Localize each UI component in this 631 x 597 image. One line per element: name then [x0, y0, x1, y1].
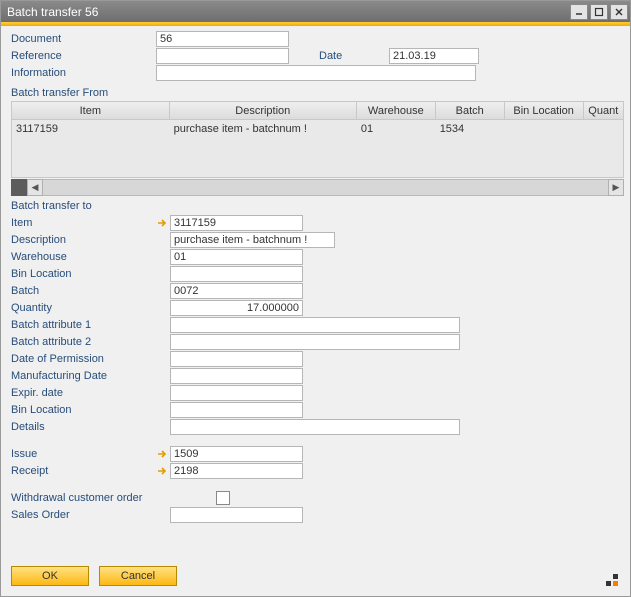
information-label: Information — [11, 67, 156, 79]
binloc2-field[interactable] — [170, 402, 303, 418]
details-field[interactable] — [170, 419, 460, 435]
mfg-label: Manufacturing Date — [11, 370, 156, 382]
salesorder-field[interactable] — [170, 507, 303, 523]
close-button[interactable] — [610, 4, 628, 20]
description-field[interactable] — [170, 232, 335, 248]
issue-field[interactable] — [170, 446, 303, 462]
col-batch[interactable]: Batch — [436, 102, 505, 119]
grid-header: Item Description Warehouse Batch Bin Loc… — [12, 102, 623, 120]
cell-description: purchase item - batchnum ! — [170, 123, 357, 135]
scroll-left-button[interactable]: ◀ — [27, 179, 43, 196]
reference-label: Reference — [11, 50, 156, 62]
receipt-label: Receipt — [11, 465, 156, 477]
scrollbar-track[interactable] — [43, 179, 608, 196]
link-arrow-icon[interactable] — [156, 465, 168, 477]
quantity-field[interactable] — [170, 300, 303, 316]
titlebar: Batch transfer 56 — [1, 1, 630, 22]
col-item[interactable]: Item — [12, 102, 170, 119]
warehouse-field[interactable] — [170, 249, 303, 265]
date-label: Date — [319, 50, 389, 62]
window-title: Batch transfer 56 — [7, 5, 570, 19]
document-label: Document — [11, 33, 156, 45]
from-title: Batch transfer From — [11, 87, 624, 99]
grid-scrollbar[interactable]: ◀ ▶ — [11, 179, 624, 196]
col-warehouse[interactable]: Warehouse — [357, 102, 436, 119]
mfg-field[interactable] — [170, 368, 303, 384]
attr2-label: Batch attribute 2 — [11, 336, 156, 348]
item-label: Item — [11, 217, 156, 229]
expir-field[interactable] — [170, 385, 303, 401]
cancel-button[interactable]: Cancel — [99, 566, 177, 586]
cell-item: 3117159 — [12, 123, 170, 135]
salesorder-label: Sales Order — [11, 509, 156, 521]
scroll-right-button[interactable]: ▶ — [608, 179, 624, 196]
col-bin[interactable]: Bin Location — [505, 102, 584, 119]
attr1-label: Batch attribute 1 — [11, 319, 156, 331]
content: Document Reference Date Information Batc… — [1, 26, 630, 596]
maximize-button[interactable] — [590, 4, 608, 20]
binloc1-label: Bin Location — [11, 268, 156, 280]
date-field[interactable] — [389, 48, 479, 64]
item-field[interactable] — [170, 215, 303, 231]
link-arrow-icon[interactable] — [156, 448, 168, 460]
reference-field[interactable] — [156, 48, 289, 64]
attr1-field[interactable] — [170, 317, 460, 333]
withdrawal-checkbox[interactable] — [216, 491, 230, 505]
issue-label: Issue — [11, 448, 156, 460]
receipt-field[interactable] — [170, 463, 303, 479]
from-grid[interactable]: Item Description Warehouse Batch Bin Loc… — [11, 101, 624, 178]
binloc1-field[interactable] — [170, 266, 303, 282]
expir-label: Expir. date — [11, 387, 156, 399]
description-label: Description — [11, 234, 156, 246]
cell-batch: 1534 — [436, 123, 505, 135]
attr2-field[interactable] — [170, 334, 460, 350]
to-title: Batch transfer to — [11, 200, 624, 212]
resize-grip-icon[interactable] — [606, 572, 622, 588]
quantity-label: Quantity — [11, 302, 156, 314]
batch-label: Batch — [11, 285, 156, 297]
col-qty[interactable]: Quant — [584, 102, 623, 119]
warehouse-label: Warehouse — [11, 251, 156, 263]
cell-warehouse: 01 — [357, 123, 436, 135]
document-field[interactable] — [156, 31, 289, 47]
withdrawal-label: Withdrawal customer order — [11, 492, 216, 504]
link-arrow-icon[interactable] — [156, 217, 168, 229]
details-label: Details — [11, 421, 156, 433]
table-row[interactable]: 3117159 purchase item - batchnum ! 01 15… — [12, 120, 623, 137]
permission-label: Date of Permission — [11, 353, 156, 365]
col-description[interactable]: Description — [170, 102, 357, 119]
information-field[interactable] — [156, 65, 476, 81]
permission-field[interactable] — [170, 351, 303, 367]
scrollbar-stub — [11, 179, 27, 196]
minimize-button[interactable] — [570, 4, 588, 20]
binloc2-label: Bin Location — [11, 404, 156, 416]
ok-button[interactable]: OK — [11, 566, 89, 586]
window: Batch transfer 56 Document Reference Dat… — [0, 0, 631, 597]
batch-field[interactable] — [170, 283, 303, 299]
